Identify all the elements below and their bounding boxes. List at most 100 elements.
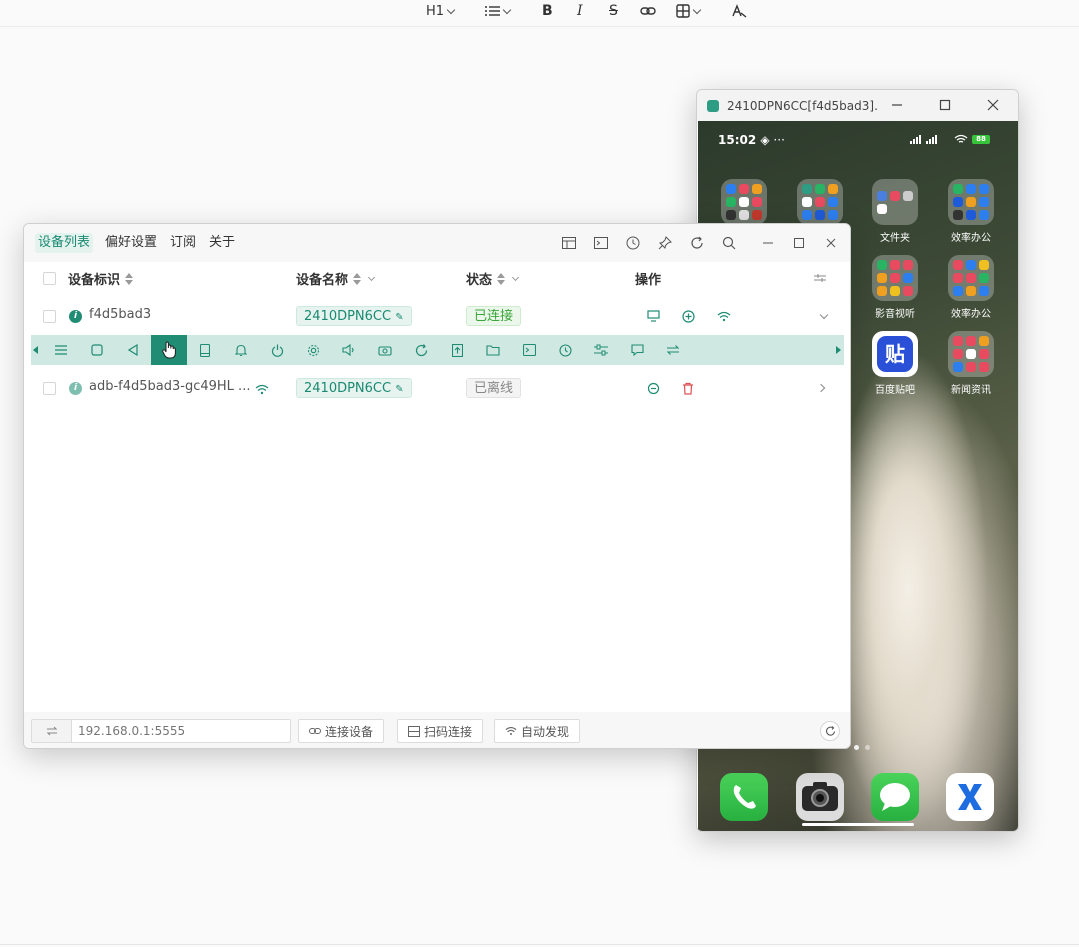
notification-button[interactable] <box>223 335 259 365</box>
select-all-checkbox[interactable] <box>43 272 56 285</box>
filter-icon[interactable] <box>511 273 520 281</box>
add-button[interactable] <box>681 309 695 323</box>
expand-button[interactable] <box>817 309 831 323</box>
swap-button[interactable] <box>32 720 72 742</box>
rotate-button[interactable] <box>403 335 439 365</box>
close-button[interactable] <box>983 96 1003 114</box>
notification-panel-button[interactable] <box>151 335 187 365</box>
bold-button[interactable]: B <box>542 2 553 20</box>
delete-button[interactable] <box>681 381 695 395</box>
shell-button[interactable] <box>511 335 547 365</box>
expand-button[interactable] <box>815 381 829 395</box>
menu-key-button[interactable] <box>43 335 79 365</box>
edit-icon[interactable]: ✎ <box>395 312 403 323</box>
table-row[interactable]: i f4d5bad3 2410DPN6CC ✎ 已连接 <box>31 298 844 334</box>
app-tieba[interactable]: 贴 百度贴吧 <box>865 331 925 396</box>
power-button[interactable] <box>259 335 295 365</box>
screenshot-button[interactable] <box>367 335 403 365</box>
refresh-button[interactable] <box>689 235 705 251</box>
tieba-glyph: 贴 <box>877 336 913 372</box>
pin-button[interactable] <box>657 235 673 251</box>
info-icon[interactable]: i <box>69 382 82 395</box>
minimize-button[interactable] <box>760 235 776 251</box>
messages-app-icon[interactable] <box>871 773 919 821</box>
row-checkbox[interactable] <box>43 382 56 395</box>
history-button[interactable] <box>625 235 641 251</box>
switch-button[interactable] <box>655 335 691 365</box>
home-key-button[interactable] <box>79 335 115 365</box>
app-folder-1[interactable] <box>714 179 774 229</box>
folder-icon <box>948 255 994 301</box>
terminal-button[interactable] <box>593 235 609 251</box>
app-folder-office-2[interactable]: 效率办公 <box>941 255 1001 320</box>
back-key-button[interactable] <box>115 335 151 365</box>
maximize-button[interactable] <box>935 96 955 114</box>
chevron-down-icon <box>819 310 829 319</box>
camera-app-icon[interactable] <box>796 773 844 821</box>
italic-icon: I <box>577 3 583 19</box>
list-dropdown[interactable] <box>485 2 512 20</box>
row-checkbox[interactable] <box>43 310 56 323</box>
connect-device-button[interactable]: 连接设备 <box>298 719 385 743</box>
edit-icon[interactable]: ✎ <box>395 384 403 395</box>
sort-icon[interactable] <box>125 272 134 285</box>
home-indicator[interactable] <box>802 823 914 826</box>
pin-icon <box>658 236 672 250</box>
main-titlebar[interactable]: 设备列表 偏好设置 订阅 关于 <box>24 224 850 262</box>
qr-connect-button[interactable]: 扫码连接 <box>397 719 484 743</box>
filter-icon[interactable] <box>367 273 376 281</box>
phone-app-icon[interactable] <box>720 773 768 821</box>
wireless-button[interactable] <box>717 309 731 323</box>
column-header-name[interactable]: 设备名称 <box>296 262 376 295</box>
strikethrough-button[interactable]: S <box>609 2 618 20</box>
column-header-status[interactable]: 状态 <box>466 262 520 295</box>
screen-off-button[interactable] <box>295 335 331 365</box>
phone-window-titlebar[interactable]: 2410DPN6CC[f4d5bad3]... <box>697 90 1018 121</box>
reconnect-button[interactable] <box>646 381 660 395</box>
tab-subscribe[interactable]: 订阅 <box>167 233 199 253</box>
recording-button[interactable] <box>547 335 583 365</box>
switch-app-button[interactable] <box>187 335 223 365</box>
folder-icon <box>721 179 767 225</box>
auto-discover-button[interactable]: 自动发现 <box>494 719 581 743</box>
tab-preferences[interactable]: 偏好设置 <box>102 233 160 253</box>
heading-dropdown[interactable]: H1 <box>426 2 456 20</box>
table-row[interactable]: i adb-f4d5bad3-gc49HL ... 2410DPN6CC ✎ 已… <box>31 370 844 406</box>
italic-button[interactable]: I <box>577 2 583 20</box>
column-settings-button[interactable] <box>813 271 827 285</box>
search-button[interactable] <box>721 235 737 251</box>
app-folder-news[interactable]: 新闻资讯 <box>941 331 1001 396</box>
scroll-right-button[interactable] <box>834 335 844 365</box>
camera-icon <box>378 346 392 356</box>
table-dropdown[interactable] <box>676 2 702 20</box>
device-name-tag[interactable]: 2410DPN6CC ✎ <box>296 378 412 398</box>
install-apk-button[interactable] <box>439 335 475 365</box>
sort-icon[interactable] <box>353 272 362 285</box>
refresh-devices-button[interactable] <box>820 721 840 741</box>
app-folder-files[interactable]: 文件夹 <box>865 179 925 244</box>
sort-icon[interactable] <box>497 272 506 285</box>
scroll-left-button[interactable] <box>31 335 41 365</box>
volume-button[interactable] <box>331 335 367 365</box>
minimize-button[interactable] <box>887 96 907 114</box>
device-name: 2410DPN6CC <box>304 381 392 396</box>
device-name-tag[interactable]: 2410DPN6CC ✎ <box>296 306 412 326</box>
ip-address-input[interactable] <box>72 720 290 742</box>
mirror-screen-button[interactable] <box>646 309 660 323</box>
app-folder-2[interactable] <box>790 179 850 229</box>
app-folder-office-1[interactable]: 效率办公 <box>941 179 1001 244</box>
file-manager-button[interactable] <box>475 335 511 365</box>
app-folder-media[interactable]: 影音视听 <box>865 255 925 320</box>
x-browser-app-icon[interactable] <box>946 773 994 821</box>
settings-button[interactable] <box>583 335 619 365</box>
info-icon[interactable]: i <box>69 310 82 323</box>
layout-button[interactable] <box>561 235 577 251</box>
maximize-button[interactable] <box>791 235 807 251</box>
clear-format-button[interactable] <box>731 2 747 20</box>
tab-device-list[interactable]: 设备列表 <box>35 233 94 253</box>
link-button[interactable] <box>640 2 656 20</box>
tab-about[interactable]: 关于 <box>206 233 238 253</box>
column-header-id[interactable]: 设备标识 <box>68 262 134 295</box>
close-button[interactable] <box>823 235 839 251</box>
message-button[interactable] <box>619 335 655 365</box>
